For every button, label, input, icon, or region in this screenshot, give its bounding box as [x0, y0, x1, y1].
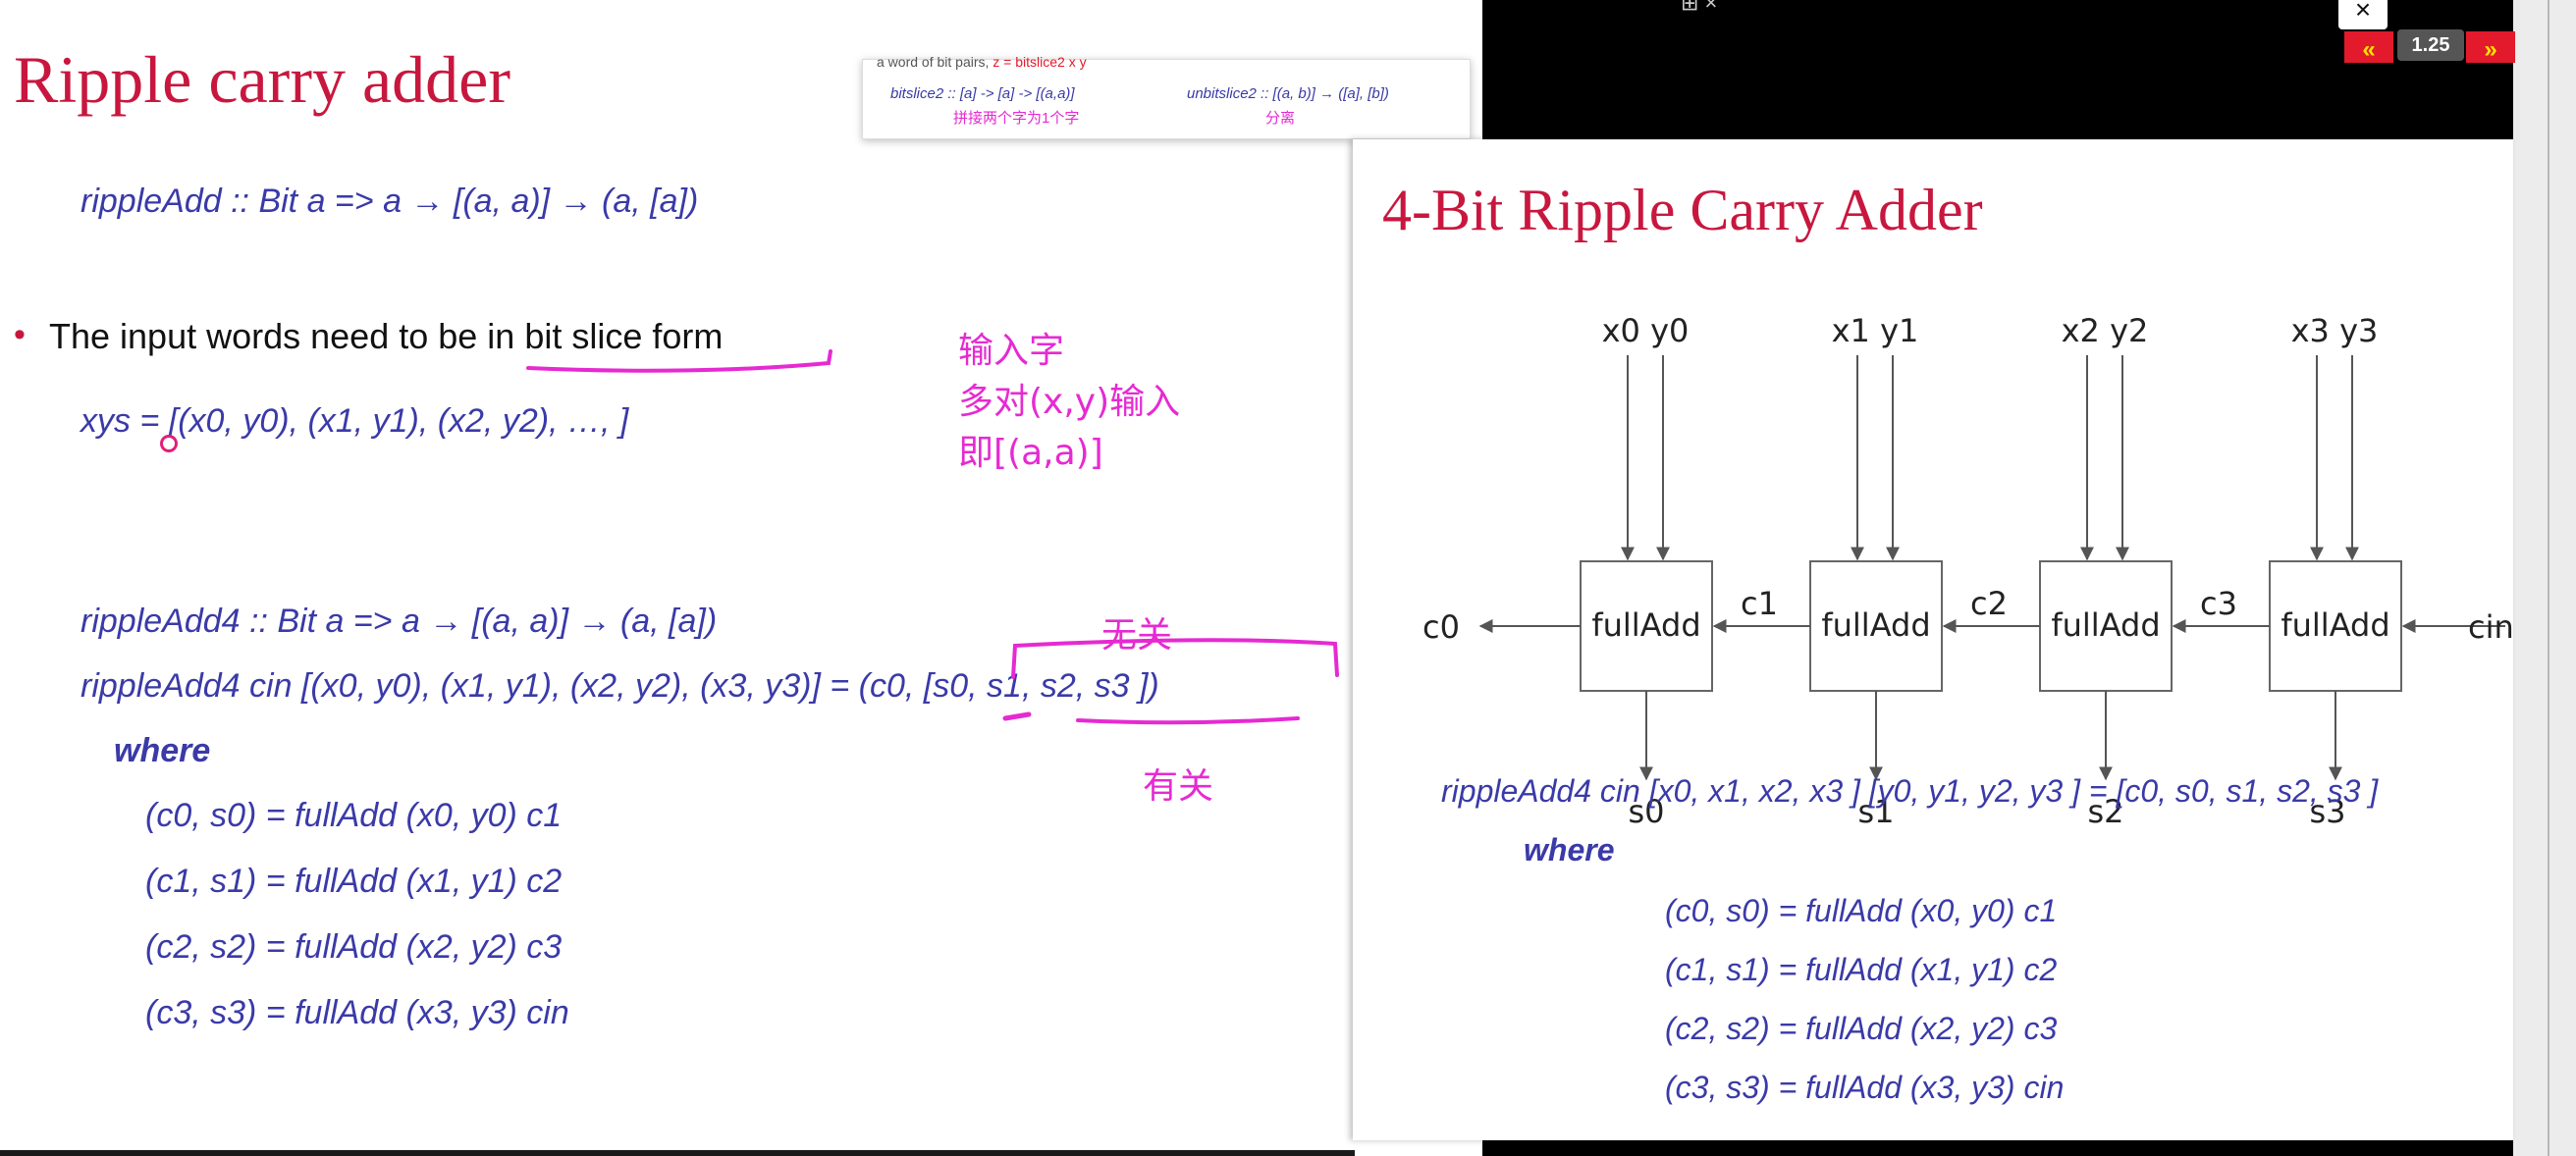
full-adder-label-1: fullAdd	[1821, 606, 1930, 644]
carry-label-c2: c2	[1970, 585, 2008, 622]
window-right-edge	[2513, 0, 2576, 1156]
full-adder-label-2: fullAdd	[2051, 606, 2160, 644]
right-slide-title: 4-Bit Ripple Carry Adder	[1382, 178, 1983, 242]
next-button[interactable]: »	[2466, 31, 2515, 63]
player-small-icons[interactable]: ⊞ ×	[1681, 0, 1717, 16]
carry-label-c3: c3	[2200, 585, 2237, 622]
tooltip-bitslice-note: 拼接两个字为1个字	[953, 110, 1080, 127]
full-adder-label-3: fullAdd	[2281, 606, 2389, 644]
previous-button[interactable]: «	[2344, 31, 2393, 63]
carry-label-c1: c1	[1741, 585, 1778, 622]
carry-label-c0: c0	[1422, 608, 1460, 646]
window-edge-line	[2548, 0, 2549, 1156]
right-eq-0: (c0, s0) = fullAdd (x0, y0) c1	[1665, 893, 2058, 928]
tooltip-bitslice-sig: bitslice2 :: [a] -> [a] -> [(a,a)]	[890, 85, 1075, 102]
tooltip-top-text: a word of bit pairs, z = bitslice2 x y	[877, 54, 1087, 70]
input-label-3: x3 y3	[2291, 312, 2379, 349]
input-label-0: x0 y0	[1602, 312, 1690, 349]
playback-speed[interactable]: 1.25	[2397, 29, 2464, 61]
right-slide-panel: 4-Bit Ripple Carry Adder fullAdd fullAdd…	[1353, 139, 2513, 1140]
input-label-2: x2 y2	[2062, 312, 2149, 349]
right-definition: rippleAdd4 cin [x0, x1, x2, x3 ] [y0, y1…	[1441, 773, 2379, 809]
bitslice-tooltip: a word of bit pairs, z = bitslice2 x y b…	[862, 54, 1471, 139]
input-label-1: x1 y1	[1832, 312, 1919, 349]
full-adder-label-0: fullAdd	[1591, 606, 1700, 644]
close-icon[interactable]: ×	[2338, 0, 2388, 29]
video-black-bottom	[1482, 1138, 2513, 1156]
right-eq-3: (c3, s3) = fullAdd (x3, y3) cin	[1665, 1070, 2065, 1105]
tooltip-unbitslice-note: 分离	[1265, 110, 1296, 127]
right-eq-2: (c2, s2) = fullAdd (x2, y2) c3	[1665, 1011, 2058, 1046]
right-where-keyword: where	[1524, 832, 1615, 867]
tooltip-unbitslice-sig: unbitslice2 :: [(a, b)] → ([a], [b])	[1187, 85, 1389, 102]
handwriting-strokes	[526, 349, 1339, 725]
right-eq-1: (c1, s1) = fullAdd (x1, y1) c2	[1665, 952, 2058, 987]
carry-label-cin: cin	[2468, 608, 2513, 646]
